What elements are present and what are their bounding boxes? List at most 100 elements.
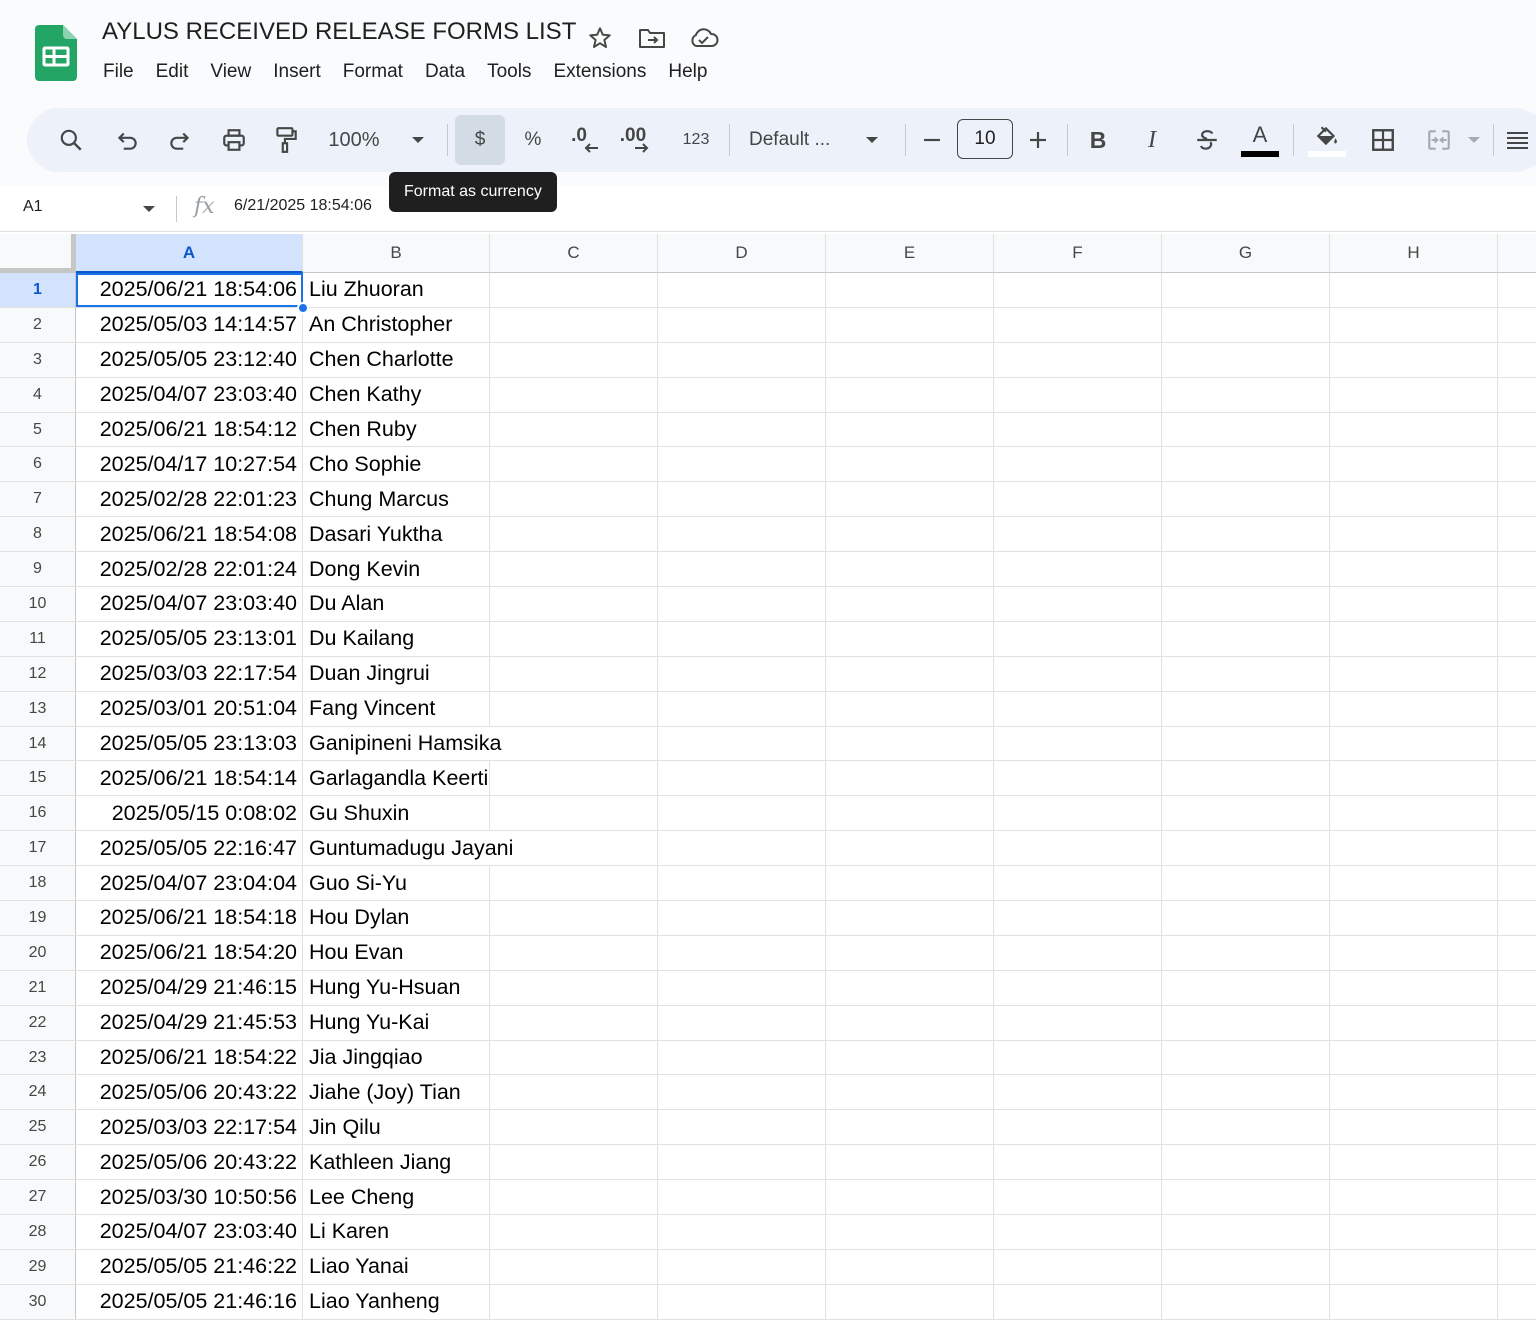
cell-empty[interactable] — [1330, 1284, 1498, 1319]
row-header[interactable]: 28 — [0, 1215, 76, 1249]
cell-empty[interactable] — [658, 761, 826, 796]
cell-name[interactable]: Cho Sophie — [303, 447, 490, 482]
menu-file[interactable]: File — [92, 58, 145, 86]
cell-empty[interactable] — [1162, 621, 1330, 656]
cell-empty[interactable] — [1162, 796, 1330, 831]
cell-name[interactable]: Liao Yanai — [303, 1249, 490, 1284]
cell-empty[interactable] — [658, 307, 826, 342]
column-header-e[interactable]: E — [826, 234, 994, 273]
row-header[interactable]: 2 — [0, 307, 76, 342]
cell-empty[interactable] — [490, 447, 658, 482]
cell-empty[interactable] — [490, 1249, 658, 1284]
cell-empty[interactable] — [994, 935, 1162, 970]
cell-empty[interactable] — [826, 447, 994, 482]
cell-empty[interactable] — [994, 761, 1162, 796]
cell-empty[interactable] — [994, 1075, 1162, 1110]
cell-empty[interactable] — [658, 517, 826, 552]
paint-format-icon[interactable] — [266, 114, 306, 166]
cell-empty[interactable] — [490, 587, 658, 621]
cell-empty[interactable] — [994, 831, 1162, 866]
cell-empty[interactable] — [1330, 412, 1498, 447]
cell-timestamp[interactable]: 2025/05/06 20:43:22 — [76, 1145, 303, 1180]
cell-empty[interactable] — [826, 1180, 994, 1215]
cell-timestamp[interactable]: 2025/04/07 23:03:40 — [76, 1215, 303, 1249]
menu-help[interactable]: Help — [657, 58, 718, 86]
cell-empty[interactable] — [1330, 1075, 1498, 1110]
document-title[interactable]: AYLUS RECEIVED RELEASE FORMS LIST — [102, 18, 576, 46]
row-header[interactable]: 24 — [0, 1075, 76, 1110]
cell-empty[interactable] — [658, 1249, 826, 1284]
cell-empty[interactable] — [994, 656, 1162, 691]
fill-handle[interactable] — [297, 301, 309, 314]
font-size-input[interactable]: 10 — [957, 119, 1013, 159]
menu-edit[interactable]: Edit — [145, 58, 200, 86]
cell-timestamp[interactable]: 2025/06/21 18:54:12 — [76, 412, 303, 447]
cell-empty[interactable] — [826, 587, 994, 621]
cell-empty[interactable] — [826, 726, 994, 761]
cell-empty[interactable] — [490, 831, 658, 866]
cell-empty[interactable] — [994, 377, 1162, 412]
cell-timestamp[interactable]: 2025/03/03 22:17:54 — [76, 1110, 303, 1145]
cell-empty[interactable] — [1162, 1215, 1330, 1249]
row-header[interactable]: 5 — [0, 412, 76, 447]
cell-empty[interactable] — [1498, 657, 1536, 691]
cell-empty[interactable] — [1162, 342, 1330, 377]
cell-name[interactable]: Jin Qilu — [303, 1110, 490, 1145]
cell-name[interactable]: Hou Dylan — [303, 901, 490, 935]
select-all-corner[interactable] — [0, 234, 76, 273]
column-header-partial[interactable] — [1498, 234, 1536, 273]
row-header[interactable]: 13 — [0, 691, 76, 726]
cell-empty[interactable] — [658, 273, 826, 307]
cell-empty[interactable] — [826, 552, 994, 587]
cell-empty[interactable] — [1330, 831, 1498, 866]
row-header[interactable]: 8 — [0, 517, 76, 552]
cell-empty[interactable] — [1498, 1041, 1536, 1075]
move-folder-icon[interactable] — [634, 22, 670, 54]
cell-empty[interactable] — [1162, 1005, 1330, 1040]
cell-empty[interactable] — [1162, 552, 1330, 587]
cell-empty[interactable] — [490, 970, 658, 1005]
row-header[interactable]: 23 — [0, 1040, 76, 1075]
cell-empty[interactable] — [826, 1145, 994, 1180]
row-header[interactable]: 9 — [0, 552, 76, 587]
cell-empty[interactable] — [994, 552, 1162, 587]
cell-empty[interactable] — [826, 935, 994, 970]
cell-name[interactable]: Dong Kevin — [303, 552, 490, 587]
cell-timestamp[interactable]: 2025/05/05 21:46:22 — [76, 1249, 303, 1284]
undo-icon[interactable] — [107, 114, 147, 166]
cell-timestamp[interactable]: 2025/03/01 20:51:04 — [76, 691, 303, 726]
cell-empty[interactable] — [1162, 1284, 1330, 1319]
cell-name[interactable]: Chung Marcus — [303, 482, 490, 517]
cell-name[interactable]: An Christopher — [303, 307, 490, 342]
column-header-d[interactable]: D — [658, 234, 826, 273]
cell-name[interactable]: Ganipineni Hamsika — [303, 727, 501, 761]
cell-empty[interactable] — [826, 901, 994, 935]
cell-empty[interactable] — [994, 307, 1162, 342]
column-header-b[interactable]: B — [303, 234, 490, 273]
cell-empty[interactable] — [994, 482, 1162, 517]
cell-empty[interactable] — [1330, 1215, 1498, 1249]
row-header[interactable]: 3 — [0, 342, 76, 377]
cell-empty[interactable] — [994, 342, 1162, 377]
cell-empty[interactable] — [994, 587, 1162, 621]
cell-empty[interactable] — [994, 901, 1162, 935]
column-header-a[interactable]: A — [76, 234, 303, 273]
cell-empty[interactable] — [1162, 1040, 1330, 1075]
cell-empty[interactable] — [1498, 447, 1536, 481]
cell-empty[interactable] — [490, 377, 658, 412]
cell-empty[interactable] — [490, 412, 658, 447]
formula-input[interactable]: 6/21/2025 18:54:06 — [234, 197, 372, 215]
cell-timestamp[interactable]: 2025/05/05 23:13:03 — [76, 726, 303, 761]
column-header-f[interactable]: F — [994, 234, 1162, 273]
cell-empty[interactable] — [994, 970, 1162, 1005]
cell-empty[interactable] — [490, 1005, 658, 1040]
cell-empty[interactable] — [826, 1005, 994, 1040]
cell-empty[interactable] — [826, 831, 994, 866]
cell-timestamp[interactable]: 2025/06/21 18:54:08 — [76, 517, 303, 552]
row-header[interactable]: 19 — [0, 901, 76, 935]
cell-name[interactable]: Chen Kathy — [303, 377, 490, 412]
cell-empty[interactable] — [490, 517, 658, 552]
cell-empty[interactable] — [1330, 1005, 1498, 1040]
increase-decimal-button[interactable]: .00 — [619, 114, 663, 166]
cell-name[interactable]: Guo Si-Yu — [303, 866, 490, 901]
